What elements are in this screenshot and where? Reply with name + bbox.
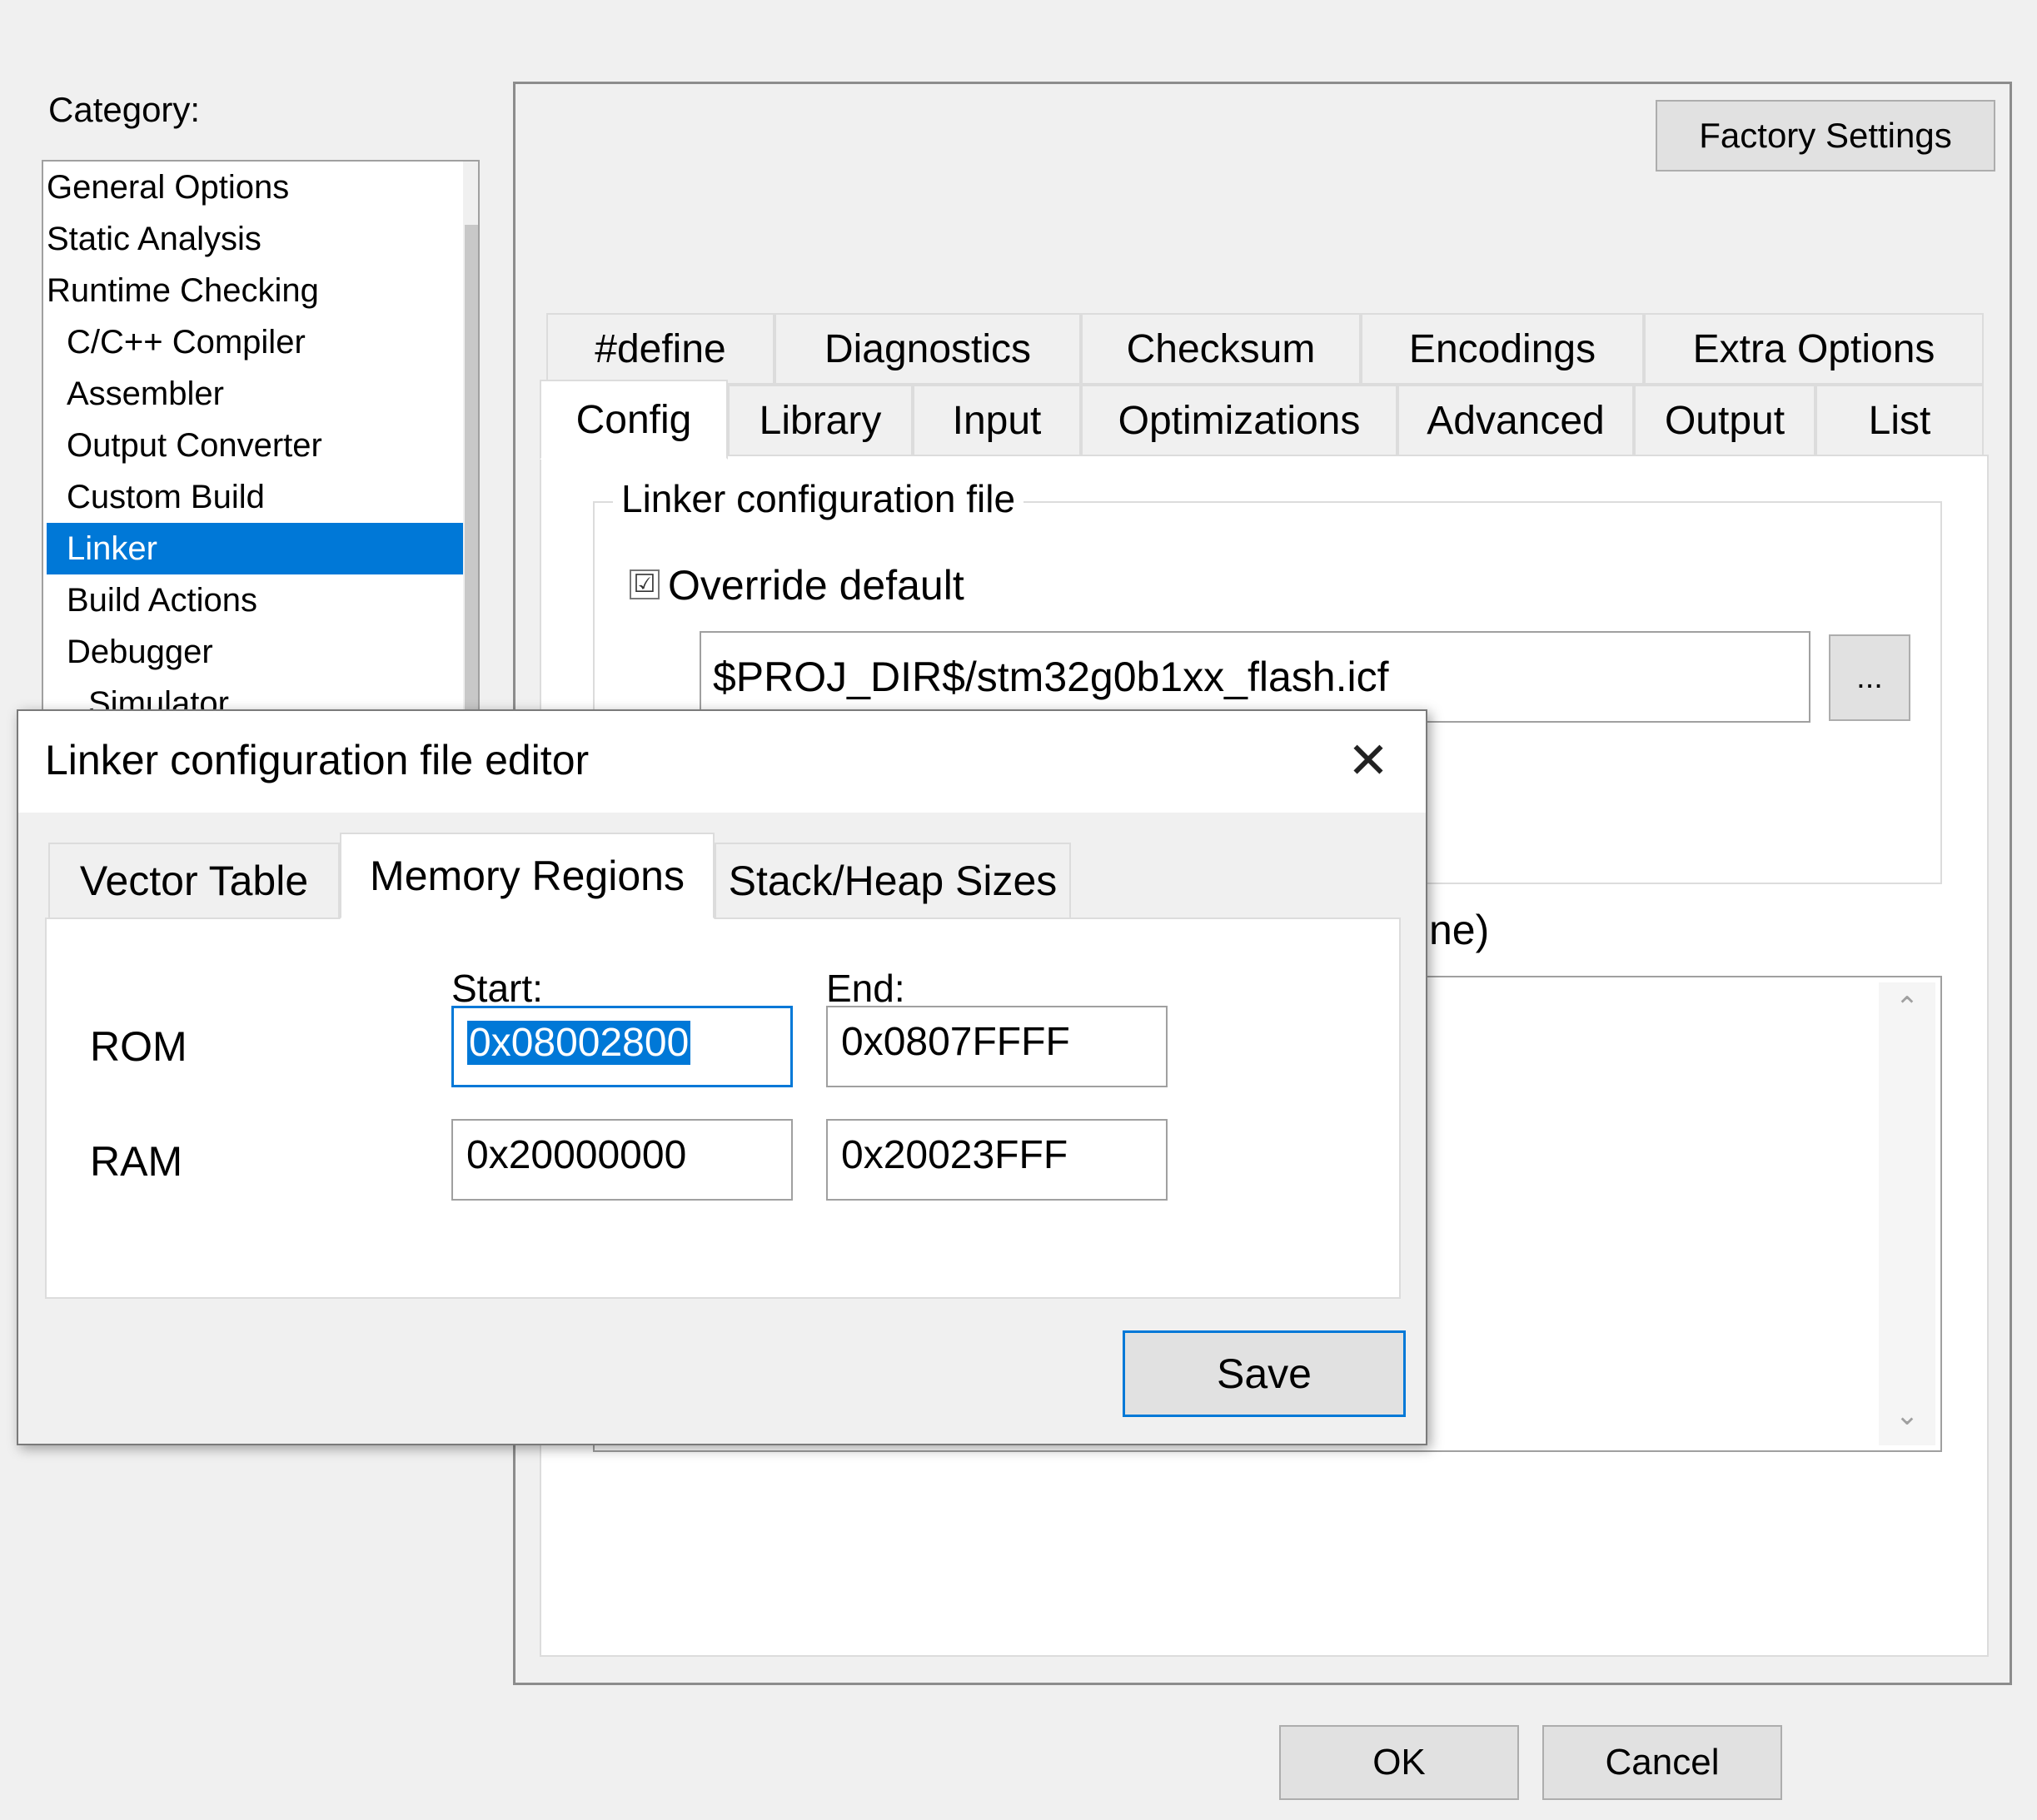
partial-label: ne)	[1429, 907, 1490, 953]
chevron-down-icon[interactable]: ⌄	[1879, 1399, 1935, 1432]
rom-start-value: 0x08002800	[467, 1021, 691, 1065]
category-item-c-cpp-compiler[interactable]: C/C++ Compiler	[47, 316, 476, 368]
tab-input[interactable]: Input	[913, 385, 1081, 456]
tab-library[interactable]: Library	[728, 385, 913, 456]
chevron-up-icon[interactable]: ⌃	[463, 178, 478, 211]
close-icon[interactable]: ✕	[1331, 728, 1406, 794]
ok-button[interactable]: OK	[1279, 1725, 1519, 1800]
tab-config[interactable]: Config	[540, 380, 728, 460]
category-item-debugger[interactable]: Debugger	[47, 626, 476, 678]
tab-extra-options[interactable]: Extra Options	[1644, 313, 1984, 385]
override-default-checkbox[interactable]: ☑	[630, 569, 660, 599]
tab-stack-heap-sizes[interactable]: Stack/Heap Sizes	[715, 843, 1071, 919]
rom-end-input[interactable]: 0x0807FFFF	[826, 1006, 1168, 1087]
rom-end-value: 0x0807FFFF	[841, 1020, 1070, 1064]
ram-end-input[interactable]: 0x20023FFF	[826, 1119, 1168, 1201]
rom-start-input[interactable]: 0x08002800	[451, 1006, 793, 1087]
category-label: Category:	[48, 90, 201, 129]
tab-encodings[interactable]: Encodings	[1361, 313, 1644, 385]
factory-settings-button[interactable]: Factory Settings	[1656, 100, 1995, 172]
category-item-custom-build[interactable]: Custom Build	[47, 471, 476, 523]
browse-button[interactable]: ...	[1829, 634, 1910, 721]
tab-list[interactable]: List	[1815, 385, 1984, 456]
chevron-up-icon[interactable]: ⌃	[1879, 991, 1935, 1024]
tab-output[interactable]: Output	[1634, 385, 1815, 456]
category-item-general-options[interactable]: General Options	[47, 162, 456, 213]
region-label-ram: RAM	[90, 1138, 183, 1185]
linker-config-group-label: Linker configuration file	[613, 476, 1024, 521]
start-column-label: Start:	[451, 967, 543, 1010]
tab-checksum[interactable]: Checksum	[1081, 313, 1361, 385]
override-default-label[interactable]: Override default	[668, 561, 964, 609]
category-scroll-thumb[interactable]	[465, 225, 478, 716]
category-item-output-converter[interactable]: Output Converter	[47, 420, 476, 471]
region-label-rom: ROM	[90, 1023, 187, 1070]
linker-config-editor-dialog: Linker configuration file editor ✕ Vecto…	[17, 709, 1427, 1445]
category-list[interactable]: General Options Static Analysis Runtime …	[42, 160, 480, 718]
ram-start-value: 0x20000000	[466, 1133, 687, 1177]
category-item-static-analysis[interactable]: Static Analysis	[47, 213, 456, 265]
tab-advanced[interactable]: Advanced	[1397, 385, 1634, 456]
category-item-assembler[interactable]: Assembler	[47, 368, 476, 420]
tab-memory-regions[interactable]: Memory Regions	[340, 833, 715, 919]
tab-vector-table[interactable]: Vector Table	[48, 843, 340, 919]
end-column-label: End:	[826, 967, 905, 1010]
tab-define[interactable]: #define	[546, 313, 774, 385]
dialog-title: Linker configuration file editor	[45, 737, 590, 783]
cancel-button[interactable]: Cancel	[1542, 1725, 1782, 1800]
category-item-linker[interactable]: Linker	[47, 523, 476, 574]
tab-diagnostics[interactable]: Diagnostics	[774, 313, 1081, 385]
ram-start-input[interactable]: 0x20000000	[451, 1119, 793, 1201]
tab-optimizations[interactable]: Optimizations	[1081, 385, 1397, 456]
memory-regions-page	[45, 917, 1401, 1299]
category-item-runtime-checking[interactable]: Runtime Checking	[47, 265, 456, 316]
extra-scrollbar[interactable]	[1879, 982, 1935, 1445]
ram-end-value: 0x20023FFF	[841, 1133, 1068, 1177]
save-button[interactable]: Save	[1123, 1330, 1406, 1417]
category-item-build-actions[interactable]: Build Actions	[47, 574, 476, 626]
